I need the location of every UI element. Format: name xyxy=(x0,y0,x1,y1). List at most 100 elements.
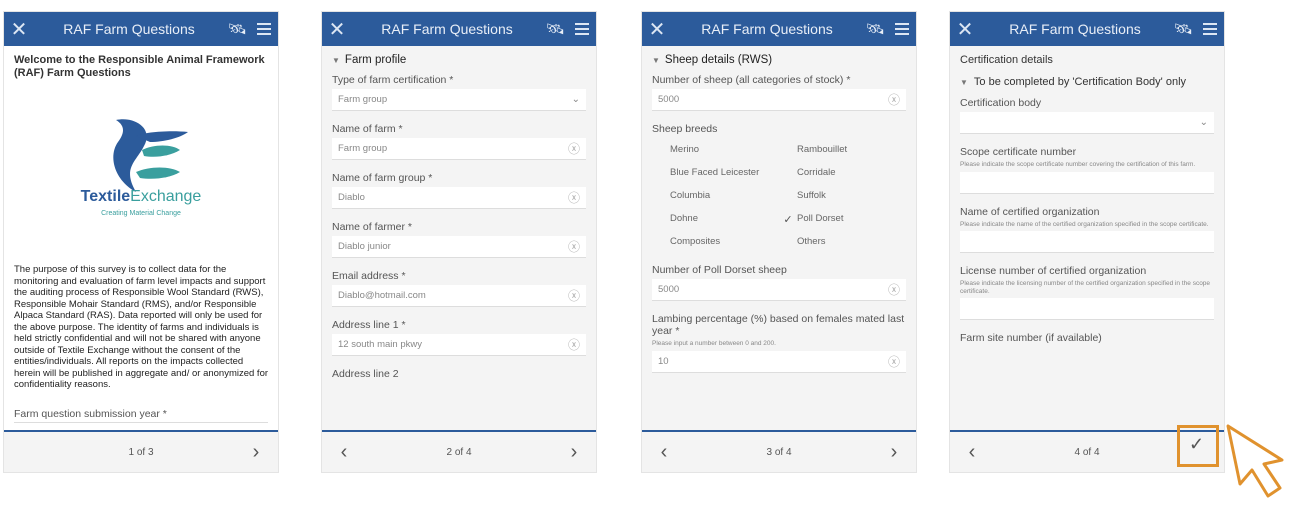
field-label: Farm site number (if available) xyxy=(960,332,1102,344)
field-hint: Please indicate the licensing number of … xyxy=(960,280,1211,295)
certified-org-input[interactable] xyxy=(960,231,1214,253)
submission-year-input[interactable] xyxy=(14,422,268,423)
clear-circle-icon[interactable]: ⓧ xyxy=(888,353,900,370)
section-header[interactable]: ▼ Farm profile xyxy=(322,46,596,68)
clear-circle-icon[interactable]: ⓧ xyxy=(888,281,900,298)
field-hint: Please input a number between 0 and 200. xyxy=(652,340,776,347)
satellite-icon[interactable]: 🛰 xyxy=(542,20,568,38)
field-hint: Please indicate the name of the certifie… xyxy=(960,220,1209,228)
num-sheep-input[interactable]: 5000 ⓧ xyxy=(652,89,906,111)
field-label: Name of farm group * xyxy=(332,172,433,184)
field-label: License number of certified organization xyxy=(960,265,1147,277)
clear-circle-icon[interactable]: ⓧ xyxy=(568,336,580,353)
breed-option[interactable]: Rambouillet xyxy=(779,140,906,160)
title-bar: ✕ RAF Farm Questions 🛰 xyxy=(642,12,916,46)
welcome-heading: Welcome to the Responsible Animal Framew… xyxy=(14,54,265,79)
caret-down-icon: ▼ xyxy=(652,55,660,65)
farm-certification-select[interactable]: Farm group ⌄ xyxy=(332,89,586,111)
field-label: Address line 2 xyxy=(332,368,399,380)
prev-page-button[interactable]: ‹ xyxy=(334,441,354,464)
breed-option[interactable]: Blue Faced Leicester xyxy=(652,163,779,183)
app-title: RAF Farm Questions xyxy=(381,21,513,37)
farm-name-input[interactable]: Farm group ⓧ xyxy=(332,138,586,160)
satellite-icon[interactable]: 🛰 xyxy=(862,20,888,38)
pointer-cursor-icon xyxy=(1222,422,1302,506)
sheep-details-form: ▼ Sheep details (RWS) Number of sheep (al… xyxy=(642,46,916,430)
farm-profile-form: ▼ Farm profile Type of farm certification… xyxy=(322,46,596,430)
breed-option-checked[interactable]: ✓ Poll Dorset xyxy=(779,209,906,229)
field-label: Name of certified organization xyxy=(960,205,1100,218)
scope-certificate-input[interactable] xyxy=(960,171,1214,194)
hamburger-menu-icon[interactable] xyxy=(1196,23,1224,35)
logo-wordmark: TextileExchange xyxy=(80,188,202,205)
close-icon[interactable]: ✕ xyxy=(4,17,34,42)
title-bar: ✕ RAF Farm Questions 🛰 xyxy=(4,12,278,46)
page-indicator: 3 of 4 xyxy=(766,446,792,458)
breed-option[interactable]: Composites xyxy=(652,232,779,252)
field-label: Number of Poll Dorset sheep xyxy=(652,264,787,276)
clear-circle-icon[interactable]: ⓧ xyxy=(568,189,580,206)
section-header[interactable]: ▼ Sheep details (RWS) xyxy=(642,46,916,68)
welcome-content: Welcome to the Responsible Animal Framew… xyxy=(4,46,278,430)
screen-certification: ✕ RAF Farm Questions 🛰 Certification det… xyxy=(950,12,1224,472)
submission-year-label: Farm question submission year * xyxy=(14,408,167,420)
close-icon[interactable]: ✕ xyxy=(322,17,352,42)
field-label: Lambing percentage (%) based on females … xyxy=(652,313,905,337)
breed-option[interactable]: Corridale xyxy=(779,163,906,183)
hamburger-menu-icon[interactable] xyxy=(568,23,596,35)
lambing-input[interactable]: 10 ⓧ xyxy=(652,350,906,373)
prev-page-button[interactable]: ‹ xyxy=(654,441,674,464)
breed-option[interactable]: Others xyxy=(779,232,906,252)
address-line-1-input[interactable]: 12 south main pkwy ⓧ xyxy=(332,334,586,356)
next-page-button[interactable]: › xyxy=(246,441,266,464)
title-bar: ✕ RAF Farm Questions 🛰 xyxy=(322,12,596,46)
page-indicator: 1 of 3 xyxy=(128,446,154,458)
field-hint: Please indicate the scope certificate nu… xyxy=(960,161,1196,168)
clear-circle-icon[interactable]: ⓧ xyxy=(568,238,580,255)
clear-circle-icon[interactable]: ⓧ xyxy=(568,140,580,157)
email-input[interactable]: Diablo@hotmail.com ⓧ xyxy=(332,285,586,307)
chevron-down-icon: ⌄ xyxy=(1199,117,1208,128)
hamburger-menu-icon[interactable] xyxy=(250,23,278,35)
breed-option[interactable]: Merino xyxy=(652,140,779,160)
checkmark-icon[interactable]: ✓ xyxy=(1189,434,1204,455)
clear-circle-icon[interactable]: ⓧ xyxy=(888,91,900,108)
subsection-header[interactable]: ▼ To be completed by 'Certification Body'… xyxy=(950,68,1224,91)
satellite-icon[interactable]: 🛰 xyxy=(1170,20,1196,38)
satellite-icon[interactable]: 🛰 xyxy=(224,20,250,38)
field-label: Certification body xyxy=(960,97,1042,109)
poll-dorset-input[interactable]: 5000 ⓧ xyxy=(652,279,906,301)
title-bar: ✕ RAF Farm Questions 🛰 xyxy=(950,12,1224,46)
license-number-input[interactable] xyxy=(960,298,1214,320)
breed-option[interactable]: Dohne xyxy=(652,209,779,229)
field-label: Sheep breeds xyxy=(652,123,718,135)
breed-option[interactable]: Suffolk xyxy=(779,186,906,206)
field-label: Number of sheep (all categories of stock… xyxy=(652,74,851,86)
certification-body-select[interactable]: ⌄ xyxy=(960,112,1214,134)
checkmark-icon: ✓ xyxy=(783,213,793,226)
app-title: RAF Farm Questions xyxy=(63,21,195,37)
field-label: Email address * xyxy=(332,270,406,282)
screen-welcome: ✕ RAF Farm Questions 🛰 Welcome to the Re… xyxy=(4,12,278,472)
page-footer: 1 of 3 › xyxy=(4,430,278,472)
farm-group-input[interactable]: Diablo ⓧ xyxy=(332,187,586,209)
field-label: Scope certificate number xyxy=(960,146,1077,158)
page-indicator: 4 of 4 xyxy=(1074,446,1100,458)
app-title: RAF Farm Questions xyxy=(1009,21,1141,37)
hamburger-menu-icon[interactable] xyxy=(888,23,916,35)
close-icon[interactable]: ✕ xyxy=(950,17,980,42)
screen-farm-profile: ✕ RAF Farm Questions 🛰 ▼ Farm profile Typ… xyxy=(322,12,596,472)
farmer-name-input[interactable]: Diablo junior ⓧ xyxy=(332,236,586,258)
app-title: RAF Farm Questions xyxy=(701,21,833,37)
field-label: Type of farm certification * xyxy=(332,74,454,86)
prev-page-button[interactable]: ‹ xyxy=(962,441,982,464)
logo-tagline: Creating Material Change xyxy=(101,210,181,217)
next-page-button[interactable]: › xyxy=(564,441,584,464)
field-label: Name of farm * xyxy=(332,123,403,135)
clear-circle-icon[interactable]: ⓧ xyxy=(568,287,580,304)
next-page-button[interactable]: › xyxy=(884,441,904,464)
section-title: Certification details xyxy=(960,54,1053,66)
breed-option[interactable]: Columbia xyxy=(652,186,779,206)
breeds-checklist: Merino Rambouillet Blue Faced Leicester … xyxy=(652,140,906,252)
close-icon[interactable]: ✕ xyxy=(642,17,672,42)
